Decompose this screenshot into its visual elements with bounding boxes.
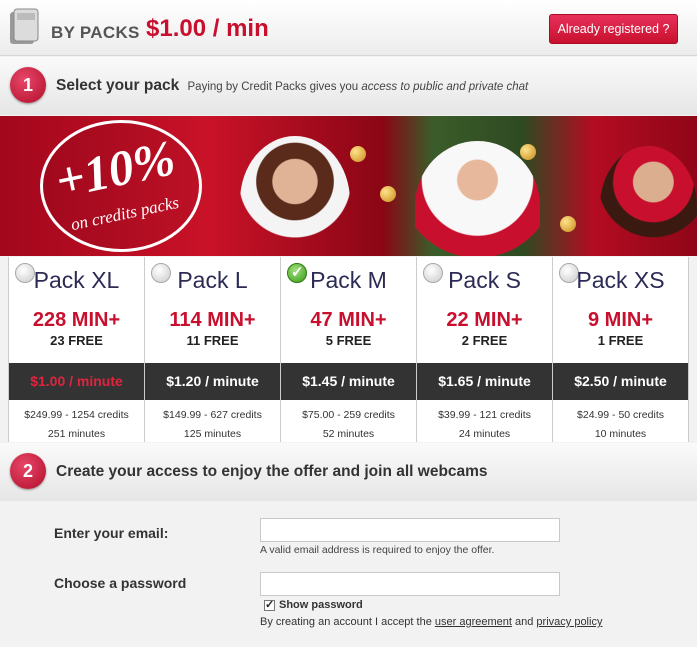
password-field[interactable] — [260, 572, 560, 596]
pack-free-minutes: 11 FREE — [186, 333, 239, 348]
pack-free-minutes: 1 FREE — [597, 333, 644, 348]
pack-minutes: 22 MIN+ — [446, 309, 523, 331]
pack-option-xl[interactable]: Pack XL 228 MIN+ 23 FREE $1.00 / minute … — [9, 257, 145, 442]
show-password-checkbox[interactable] — [264, 598, 275, 611]
terms-prefix: By creating an account I accept the — [260, 616, 432, 628]
banner-person-left — [240, 136, 350, 256]
pack-rate: $1.65 / minute — [417, 363, 552, 400]
ornament-icon — [520, 144, 536, 160]
header: BY PACKS $1.00 / min Already registered … — [0, 0, 697, 56]
pack-price-credits: $149.99 - 627 credits — [163, 409, 262, 421]
pack-free-minutes: 5 FREE — [325, 333, 372, 348]
pack-option-m[interactable]: Pack M 47 MIN+ 5 FREE $1.45 / minute $75… — [281, 257, 417, 442]
privacy-policy-link[interactable]: privacy policy — [536, 616, 602, 628]
step-number-badge: 1 — [10, 67, 46, 103]
step-1-subtitle-prefix: Paying by Credit Packs gives you — [187, 81, 359, 93]
pack-price-credits: $75.00 - 259 credits — [302, 409, 395, 421]
pack-minutes: 9 MIN+ — [587, 309, 654, 331]
pack-minutes: 114 MIN+ — [169, 309, 256, 331]
signup-form: Enter your email: A valid email address … — [0, 502, 697, 647]
pack-rate: $1.20 / minute — [145, 363, 280, 400]
pack-name: Pack XL — [33, 267, 120, 293]
already-registered-button[interactable]: Already registered ? — [549, 14, 678, 44]
pack-price-credits: $39.99 - 121 credits — [438, 409, 531, 421]
ornament-icon — [380, 186, 396, 202]
page-title: BY PACKS — [51, 23, 140, 42]
price-per-minute: $1.00 / min — [146, 15, 269, 42]
step-2-title: Create your access to enjoy the offer an… — [56, 463, 488, 480]
banner-person-right — [600, 146, 697, 256]
email-label: Enter your email: — [54, 525, 169, 541]
pack-option-s[interactable]: Pack S 22 MIN+ 2 FREE $1.65 / minute $39… — [417, 257, 553, 442]
pack-minutes: 228 MIN+ — [32, 309, 121, 331]
pack-selector: Pack XL 228 MIN+ 23 FREE $1.00 / minute … — [8, 257, 689, 442]
pack-rate: $2.50 / minute — [553, 363, 688, 400]
pack-option-l[interactable]: Pack L 114 MIN+ 11 FREE $1.20 / minute $… — [145, 257, 281, 442]
pack-total-minutes: 10 minutes — [594, 428, 647, 440]
pack-free-minutes: 23 FREE — [50, 333, 103, 348]
promo-banner: +10% on credits packs — [0, 116, 697, 256]
terms-notice: By creating an account I accept the user… — [260, 616, 602, 628]
pack-rate: $1.45 / minute — [281, 363, 416, 400]
pack-name: Pack XS — [576, 267, 665, 293]
pack-option-xs[interactable]: Pack XS 9 MIN+ 1 FREE $2.50 / minute $24… — [553, 257, 689, 442]
pack-total-minutes: 125 minutes — [183, 428, 242, 440]
step-1-subtitle: Paying by Credit Packs gives you access … — [188, 81, 529, 93]
email-hint: A valid email address is required to enj… — [260, 544, 495, 556]
step-2-header: 2 Create your access to enjoy the offer … — [0, 443, 697, 501]
pack-rate: $1.00 / minute — [9, 363, 144, 400]
pack-total-minutes: 251 minutes — [47, 428, 106, 440]
step-1-subtitle-emphasis: access to public and private chat — [361, 81, 529, 93]
pack-free-minutes: 2 FREE — [461, 333, 508, 348]
pack-total-minutes: 24 minutes — [458, 428, 511, 440]
pack-name: Pack M — [310, 267, 387, 293]
user-agreement-link[interactable]: user agreement — [435, 616, 512, 628]
step-1-header: 1 Select your pack Paying by Credit Pack… — [0, 57, 697, 115]
email-field[interactable] — [260, 518, 560, 542]
pack-price-credits: $24.99 - 50 credits — [577, 409, 664, 421]
step-1-title-row: Select your pack Paying by Credit Packs … — [56, 77, 528, 95]
pack-price-credits: $249.99 - 1254 credits — [24, 409, 129, 421]
credit-pack-logo-icon — [10, 8, 39, 44]
ornament-icon — [560, 216, 576, 232]
terms-and: and — [515, 616, 534, 628]
password-label: Choose a password — [54, 575, 187, 591]
pack-minutes: 47 MIN+ — [310, 309, 387, 331]
pack-name: Pack L — [177, 267, 248, 293]
pack-name: Pack S — [448, 267, 521, 293]
pack-total-minutes: 52 minutes — [322, 428, 375, 440]
banner-santa — [415, 141, 540, 256]
show-password-toggle[interactable]: Show password — [264, 598, 363, 611]
show-password-label: Show password — [279, 599, 363, 611]
ornament-icon — [350, 146, 366, 162]
step-number-badge: 2 — [10, 453, 46, 489]
step-1-title: Select your pack — [56, 77, 180, 94]
